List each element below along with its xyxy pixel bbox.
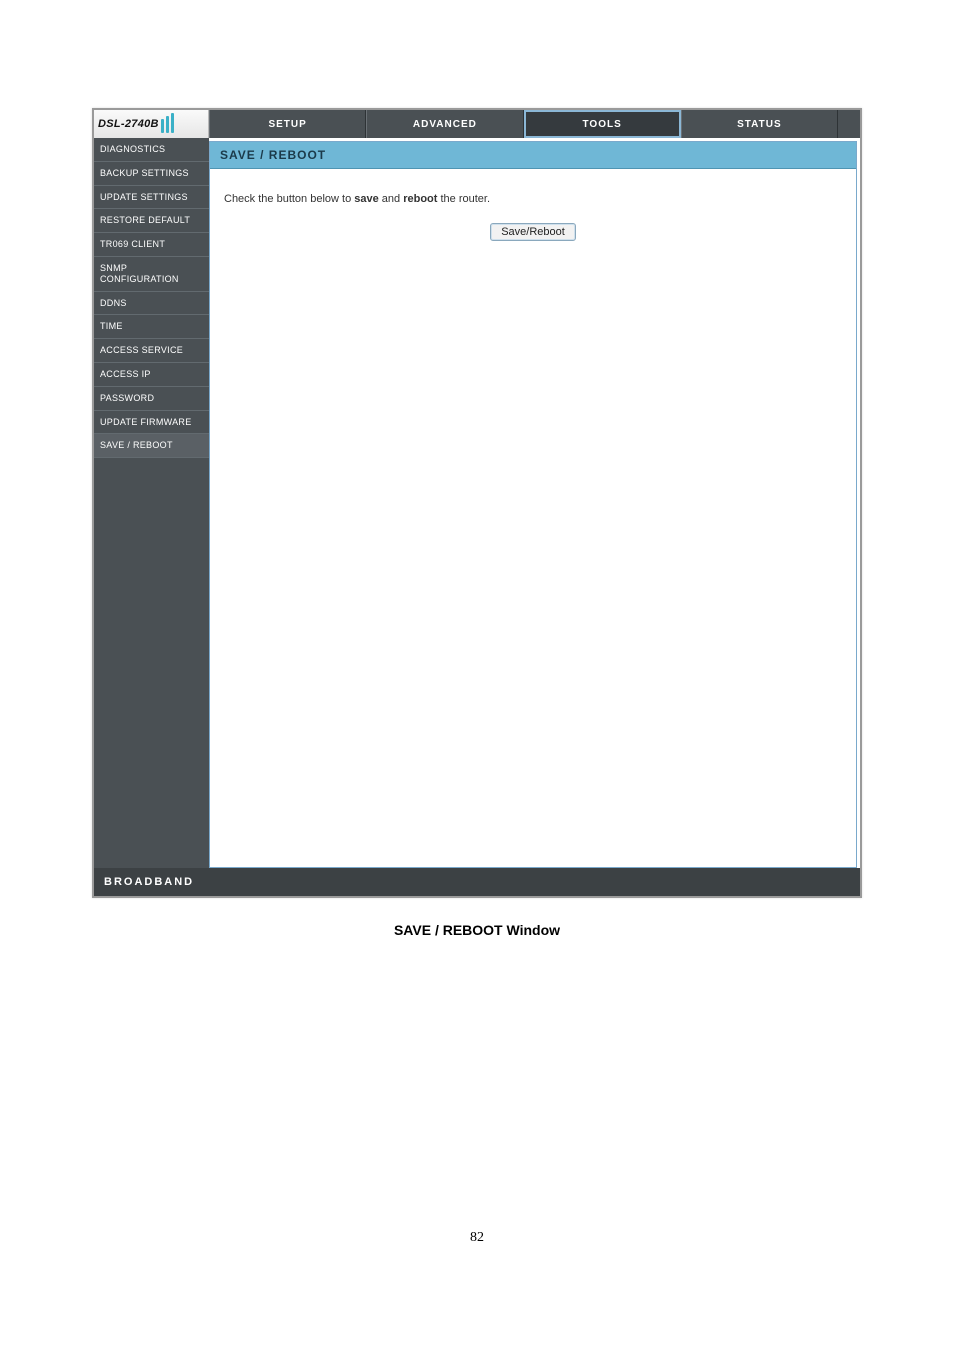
panel-body: Check the button below to save and reboo… — [210, 169, 856, 249]
sidebar-item-backup-settings[interactable]: BACKUP SETTINGS — [94, 162, 209, 186]
sidebar-item-password[interactable]: PASSWORD — [94, 387, 209, 411]
sidebar-item-time[interactable]: TIME — [94, 315, 209, 339]
router-admin-window: DSL-2740B SETUP ADVANCED TOOLS STATUS DI… — [92, 108, 862, 898]
sidebar-item-ddns[interactable]: DDNS — [94, 292, 209, 316]
button-row: Save/Reboot — [224, 223, 842, 241]
panel-header: SAVE / REBOOT — [210, 142, 856, 169]
instruction-text: Check the button below to save and reboo… — [224, 193, 842, 205]
tab-tools[interactable]: TOOLS — [524, 110, 681, 138]
tab-advanced[interactable]: ADVANCED — [366, 110, 523, 138]
tab-spacer — [838, 110, 860, 138]
instr-post: the router. — [437, 193, 490, 205]
tab-setup[interactable]: SETUP — [209, 110, 366, 138]
sidebar-item-update-firmware[interactable]: UPDATE FIRMWARE — [94, 411, 209, 435]
sidebar-item-restore-default[interactable]: RESTORE DEFAULT — [94, 209, 209, 233]
instr-b2: reboot — [403, 193, 437, 205]
sidebar-item-access-service[interactable]: ACCESS SERVICE — [94, 339, 209, 363]
sidebar: DIAGNOSTICS BACKUP SETTINGS UPDATE SETTI… — [94, 138, 209, 868]
sidebar-item-update-settings[interactable]: UPDATE SETTINGS — [94, 186, 209, 210]
topbar: DSL-2740B SETUP ADVANCED TOOLS STATUS — [94, 110, 860, 138]
page-number: 82 — [0, 1230, 954, 1246]
instr-b1: save — [354, 193, 378, 205]
sidebar-item-snmp-configuration[interactable]: SNMP CONFIGURATION — [94, 257, 209, 292]
tab-status[interactable]: STATUS — [681, 110, 838, 138]
instr-pre: Check the button below to — [224, 193, 354, 205]
sidebar-item-save-reboot[interactable]: SAVE / REBOOT — [94, 434, 209, 458]
model-box: DSL-2740B — [94, 110, 209, 138]
sidebar-item-access-ip[interactable]: ACCESS IP — [94, 363, 209, 387]
instr-mid: and — [379, 193, 403, 205]
main-tabs: SETUP ADVANCED TOOLS STATUS — [209, 110, 860, 138]
content-panel: SAVE / REBOOT Check the button below to … — [209, 141, 857, 868]
figure-caption: SAVE / REBOOT Window — [0, 922, 954, 938]
footer-broadband: BROADBAND — [94, 868, 860, 896]
model-label: DSL-2740B — [98, 118, 159, 130]
body-region: DIAGNOSTICS BACKUP SETTINGS UPDATE SETTI… — [94, 138, 860, 868]
signal-stripes-icon — [161, 115, 174, 133]
sidebar-item-diagnostics[interactable]: DIAGNOSTICS — [94, 138, 209, 162]
save-reboot-button[interactable]: Save/Reboot — [490, 223, 576, 241]
sidebar-item-tr069-client[interactable]: TR069 CLIENT — [94, 233, 209, 257]
sidebar-fill — [94, 458, 209, 868]
